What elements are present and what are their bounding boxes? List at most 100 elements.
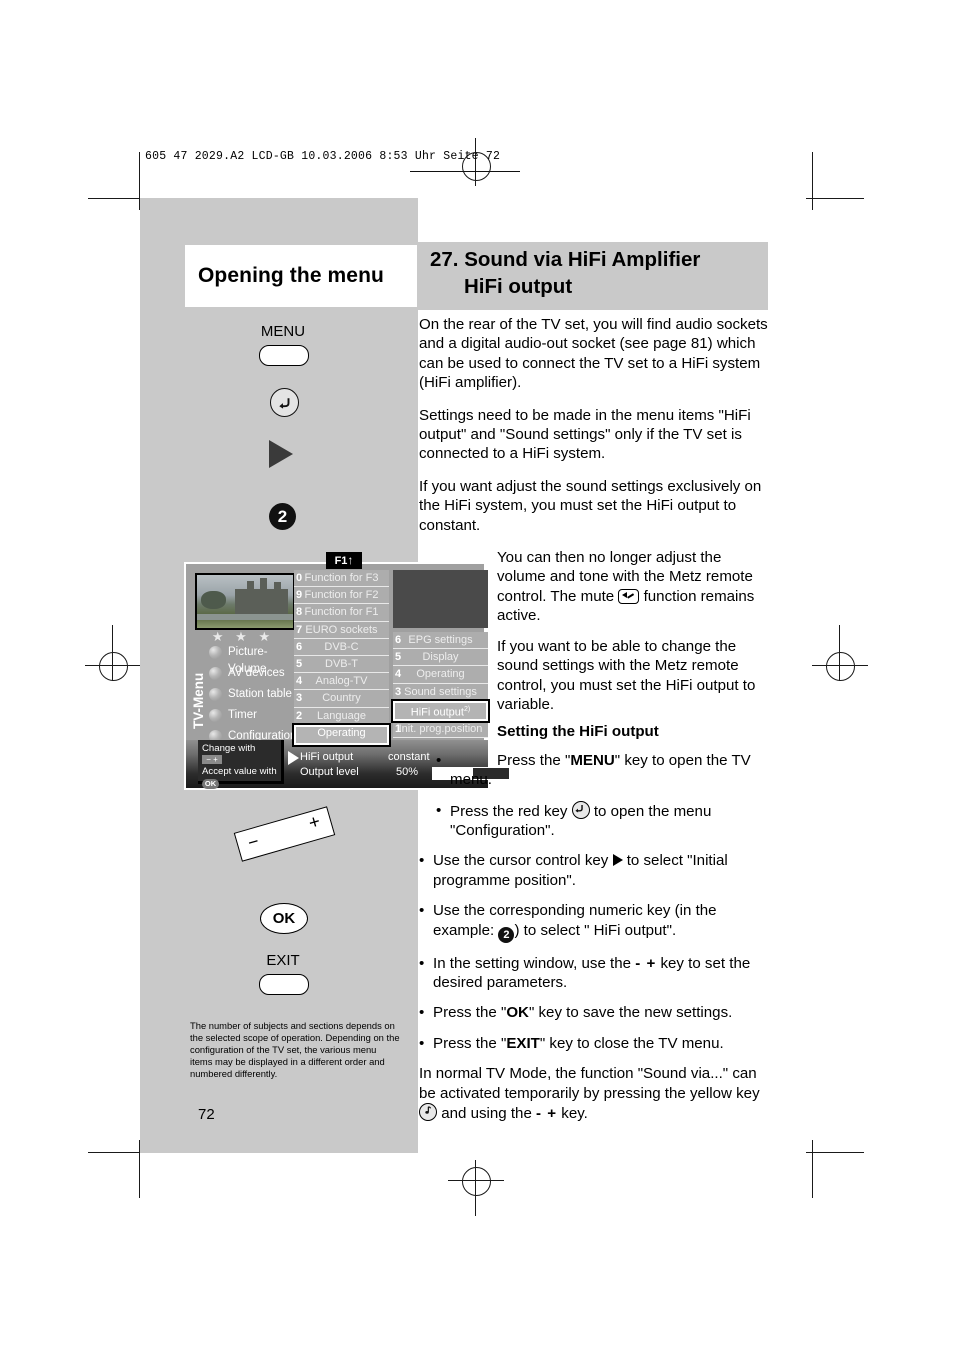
menu-item-label: Function for F2	[304, 589, 379, 602]
closing-text-c: key.	[561, 1105, 588, 1122]
bullet-text-pre: Press the "	[433, 1004, 507, 1022]
sidebar-item-station-table[interactable]: Station table	[208, 686, 296, 703]
menu-item-number: 0	[296, 572, 303, 584]
bullet-text-pre: Use the cursor control key	[433, 852, 613, 870]
numeric-2-icon: 2	[498, 926, 515, 943]
menu-item[interactable]: 5 DVB-T	[294, 655, 389, 674]
menu-item-footnote-marker: 2)	[463, 705, 471, 713]
ok-key-button[interactable]: OK	[260, 903, 308, 934]
help-box: Change with − + Accept value with OK	[198, 740, 284, 789]
menu-item[interactable]: 8 Function for F1	[294, 604, 389, 622]
menu-item[interactable]: 9 Function for F2	[294, 587, 389, 605]
star-rating-icons: ★ ★ ★	[211, 629, 275, 644]
registration-circle-left	[99, 652, 128, 681]
menu-key-button[interactable]	[259, 345, 309, 366]
f1-up-arrow-icon: ↑	[347, 553, 354, 567]
thumbnail-tower-3	[273, 581, 281, 593]
bullet-text-pre: Press the "	[497, 751, 571, 769]
print-imprint-line: 605 47 2029.A2 LCD-GB 10.03.2006 8:53 Uh…	[145, 150, 501, 163]
menu-item[interactable]: 4 Analog-TV	[294, 673, 389, 691]
f1-badge: F1↑	[326, 552, 362, 569]
section-header-line2: HiFi output	[464, 275, 573, 298]
closing-text-b: and using the	[441, 1105, 532, 1122]
menu-item-number: 5	[395, 651, 402, 664]
menu-item-label: Country	[322, 692, 361, 705]
registration-circle-right	[826, 652, 855, 681]
thumbnail-tree	[200, 590, 226, 609]
menu-item-label: Operating	[317, 726, 366, 739]
crop-mark-top-right-vertical	[812, 152, 814, 210]
return-arrow-icon	[571, 800, 590, 819]
list-item-press-ok: Press the "OK" key to save the new setti…	[419, 1003, 769, 1023]
menu-item[interactable]: 3 Country	[294, 690, 389, 708]
section-header: 27. Sound via HiFi Amplifier HiFi output	[418, 242, 768, 310]
minus-plus-icon: - +	[536, 1105, 558, 1122]
menu-item-label: HiFi output	[410, 706, 464, 719]
ok-key-icon: OK	[202, 778, 219, 789]
thumbnail-tower-1	[246, 580, 254, 593]
help-accept-value-label: Accept value with	[202, 766, 277, 778]
thumbnail-tower-2	[260, 578, 268, 593]
closing-text-a: In normal TV Mode, the function "Sound v…	[419, 1065, 760, 1102]
menu-item[interactable]: 7 EURO sockets	[294, 621, 389, 639]
minus-plus-icon: - +	[635, 954, 657, 972]
list-item-press-exit: Press the "EXIT" key to close the TV men…	[419, 1034, 769, 1054]
setting-value: 50%	[396, 766, 419, 778]
menu-item-number: 8	[296, 606, 303, 619]
menu-item-selected-operating[interactable]: Operating	[294, 724, 389, 745]
body-text-column: On the rear of the TV set, you will find…	[419, 315, 769, 1136]
bullet-text-pre: Press the "	[433, 1034, 507, 1052]
menu-item-number: 2	[296, 709, 303, 722]
numeric-2-key-icon[interactable]: 2	[269, 503, 296, 530]
bullet-key-name: OK	[506, 1004, 529, 1022]
closing-paragraph: In normal TV Mode, the function "Sound v…	[419, 1064, 769, 1123]
cursor-right-icon[interactable]	[269, 440, 293, 468]
menu-item-number: 7	[296, 623, 303, 636]
setting-label: HiFi output	[300, 751, 354, 763]
return-arrow-icon[interactable]	[270, 388, 299, 417]
menu-item[interactable]: 6 DVB-C	[294, 638, 389, 656]
exit-key-button[interactable]	[259, 974, 309, 995]
sidebar-item-label: Timer	[228, 709, 257, 721]
bullet-text-post: " key to close the TV menu.	[539, 1034, 724, 1052]
menu-item[interactable]: 0 Function for F3	[294, 570, 389, 588]
sidebar-item-picture-volume[interactable]: Picture-Volume	[208, 644, 296, 675]
music-note-icon	[419, 1103, 437, 1121]
sidebar-item-label: AV devices	[228, 667, 285, 679]
exit-key-label: EXIT	[266, 952, 300, 969]
paragraph-3: If you want adjust the sound settings ex…	[419, 477, 762, 534]
list-item-numeric-key: Use the corresponding numeric key (in th…	[419, 901, 769, 943]
minus-plus-icon: − +	[202, 754, 222, 764]
rocker-plus-label: +	[306, 811, 323, 835]
bullet-text-post: " key to save the new settings.	[528, 1004, 733, 1022]
sidebar-item-timer[interactable]: Timer	[208, 707, 296, 724]
thumbnail-road	[197, 614, 293, 620]
imprint-rule	[410, 171, 520, 173]
mute-icon	[618, 588, 640, 604]
page-number: 72	[198, 1106, 215, 1123]
tv-preview-thumbnail	[195, 573, 295, 630]
sidebar-item-av-devices[interactable]: AV devices	[208, 665, 296, 682]
sidebar-item-label: Station table	[228, 688, 292, 700]
menu-item-number: 3	[296, 692, 303, 705]
bullet-sphere-icon	[209, 646, 222, 659]
list-item-press-red-key: Press the red key to open the menu "Conf…	[436, 800, 769, 841]
crop-mark-right-bottom-horizontal	[806, 1152, 864, 1154]
crop-mark-left-bottom-horizontal	[88, 1152, 146, 1154]
bullet-text-post: ) to select " HiFi output".	[514, 921, 677, 939]
bullet-sphere-icon	[209, 688, 222, 701]
bullet-key-name: MENU	[570, 751, 615, 769]
selection-cursor-icon	[288, 751, 299, 765]
menu-item-label: EURO sockets	[305, 623, 378, 636]
menu-item-label: DVB-C	[324, 640, 359, 653]
left-header-text: Opening the menu	[198, 264, 384, 287]
crop-mark-right-top-horizontal	[806, 198, 864, 200]
cursor-right-icon	[612, 854, 623, 867]
crop-mark-left-top-horizontal	[88, 198, 146, 200]
setting-label: Output level	[300, 766, 359, 778]
menu-item-label: DVB-T	[325, 657, 358, 670]
menu-item-label: Function for F3	[304, 572, 379, 584]
menu-item-selected-hifi-output[interactable]: HiFi output2)	[393, 700, 488, 721]
menu-item[interactable]: 2 Language	[294, 707, 389, 725]
left-column-header: Opening the menu	[185, 245, 417, 307]
